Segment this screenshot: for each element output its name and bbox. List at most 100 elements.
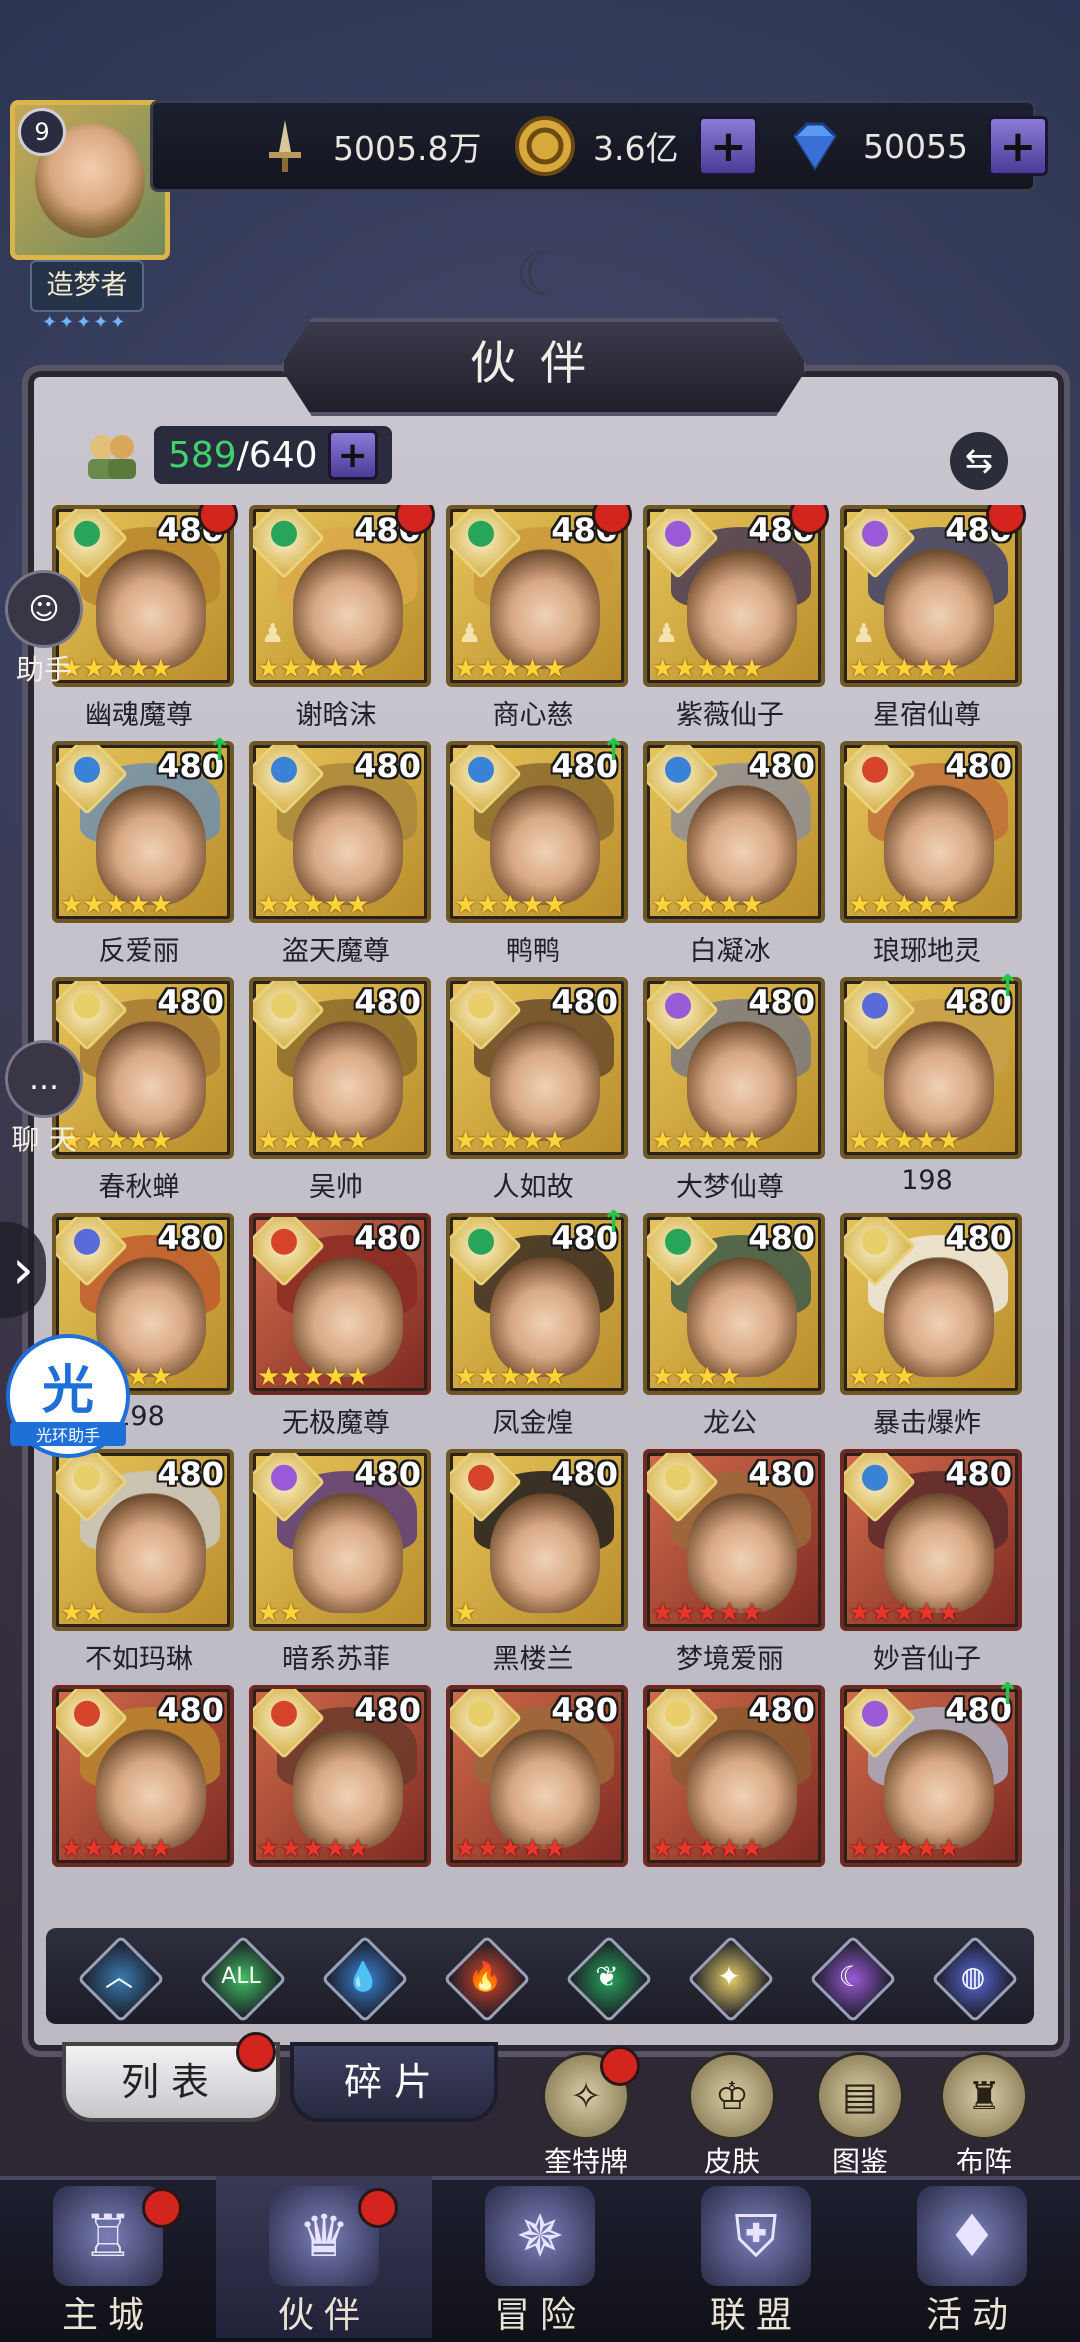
nav-hat[interactable]: ♛ 伙伴 (216, 2176, 432, 2338)
filter-all[interactable]: ALL (199, 1935, 287, 2023)
filter-earth[interactable]: ❦ (565, 1935, 653, 2023)
hero-level: 480 (354, 1219, 421, 1257)
filter-water[interactable]: 💧 (321, 1935, 409, 2023)
shield-icon: ⛨ (701, 2186, 811, 2286)
element-gem (468, 520, 494, 547)
hero-name: 龙公 (703, 1408, 757, 1435)
add-gold-button[interactable]: + (698, 116, 759, 176)
filter-fire[interactable]: 🔥 (443, 1935, 531, 2023)
moon-icon: ☾ (838, 1960, 864, 1993)
count-current: 589 (168, 434, 237, 476)
hero-name: 谢晗沫 (295, 700, 377, 727)
filter-dark[interactable]: ☾ (809, 1935, 897, 2023)
nav-castle[interactable]: ♖ 主城 (0, 2176, 216, 2338)
hero-card[interactable]: 480 ♟ ★★★★★ 谢晗沫 (249, 505, 435, 727)
hero-card[interactable]: 480 ★★★★★ 梦境爱丽 (643, 1449, 825, 1671)
hero-card[interactable]: 480 ★★★★★ ↑ 凤金煌 (446, 1205, 628, 1435)
element-gem (862, 520, 888, 547)
hero-stars: ★★★★★ (454, 654, 567, 684)
tool-label: 图鉴 (831, 2145, 888, 2178)
hero-card[interactable]: 480 ★ 黑楼兰 (446, 1449, 628, 1671)
hero-card[interactable]: 480 ★★★★★ 白凝冰 (643, 741, 825, 963)
nav-cards[interactable]: ♦ 活动 (864, 2176, 1080, 2338)
hero-card[interactable]: 480 ★★★★★ ↑ 反爱丽 (52, 733, 234, 963)
filter-astral[interactable]: ◍ (931, 1935, 1019, 2023)
halo-label: 光环助手 (10, 1422, 126, 1446)
hero-card[interactable]: 480 ★★★★★ 人如故 (446, 977, 628, 1199)
element-gem (74, 992, 100, 1019)
hero-card[interactable]: 480 ★★ 暗系苏菲 (249, 1449, 431, 1671)
tab-shards[interactable]: 碎片 (290, 2042, 498, 2122)
assistant-button[interactable]: ☺ 助手 (4, 570, 84, 688)
pawn-icon: ♟ (458, 619, 482, 649)
hero-name: 无极魔尊 (282, 1408, 390, 1435)
tool-codex[interactable]: ▤ 图鉴 (810, 2052, 910, 2180)
assistant-icon: ☺ (5, 570, 83, 648)
expand-capacity-button[interactable]: + (327, 430, 378, 480)
power-value: 5005.8万 (333, 129, 482, 168)
hero-card[interactable]: 480 ★★★ 暴击爆炸 (840, 1213, 1022, 1435)
hero-card[interactable]: 480 ★★★★★ 妙音仙子 (840, 1449, 1022, 1671)
hero-name: 人如故 (492, 1172, 574, 1199)
swap-sort-button[interactable]: ⇆ (950, 432, 1008, 490)
hero-face (490, 549, 600, 669)
hero-card[interactable]: 480 ★★★★★ 大梦仙尊 (643, 977, 825, 1199)
hero-portrait: 480 ★★ (249, 1449, 431, 1631)
hero-card[interactable]: 480 ★★★★★ ↑ (840, 1677, 1022, 1875)
hero-portrait: 480 ★★★★ (643, 1213, 825, 1395)
hero-stars: ★★★★★ (257, 1362, 370, 1392)
hero-face (884, 1021, 994, 1141)
hero-name: 商心慈 (492, 700, 574, 727)
add-diamond-button[interactable]: + (987, 116, 1048, 176)
hero-card[interactable]: 480 ★★★★★ 盗天魔尊 (249, 741, 431, 963)
count-max: /640 (236, 434, 318, 476)
nav-shield[interactable]: ⛨ 联盟 (648, 2176, 864, 2338)
hero-face (687, 1729, 797, 1849)
notification-dot (600, 2046, 640, 2086)
hero-card[interactable]: 480 ★★★★★ 吴帅 (249, 977, 431, 1199)
nav-compass[interactable]: ✵ 冒险 (432, 2176, 648, 2338)
hero-name: 幽魂魔尊 (85, 700, 193, 727)
hero-portrait: 480★★★★★ (643, 977, 825, 1159)
tool-outfit[interactable]: ♔ 皮肤 (682, 2052, 782, 2180)
element-gem (665, 992, 691, 1019)
hero-card[interactable]: 480 ★★★★★ ↑ 198 (840, 969, 1022, 1199)
hero-name: 反爱丽 (98, 936, 180, 963)
tool-card[interactable]: ✧ 奎特牌 (536, 2046, 640, 2180)
hero-card[interactable]: 480 ♟ ★★★★★ 紫薇仙子 (643, 505, 829, 727)
hero-card[interactable]: 480 ★★★★★ 无极魔尊 (249, 1213, 431, 1435)
hero-card[interactable]: 480 ♟ ★★★★★ 星宿仙尊 (840, 505, 1026, 727)
hero-stars: ★★★★ (651, 1362, 741, 1392)
hero-name: 梦境爱丽 (676, 1644, 784, 1671)
hero-stars: ★★★★★ (257, 890, 370, 920)
hero-face (293, 549, 403, 669)
hero-face (96, 1021, 206, 1141)
hero-card[interactable]: 480 ★★★★★ (446, 1685, 628, 1875)
hero-portrait: 480★★★★★ (840, 977, 1022, 1159)
chat-button[interactable]: … 聊 天 (4, 1040, 84, 1158)
hero-face (687, 1257, 797, 1377)
partner-grid: 480 ★★★★★ 幽魂魔尊 480 ♟ ★★★★★ 谢晗沫 480 ♟ ★★★★★ 商心慈 480 ♟… (52, 505, 1028, 1875)
filter-light[interactable]: ✦ (687, 1935, 775, 2023)
upgrade-arrow-icon: ↑ (600, 733, 626, 768)
hero-stars: ★★★ (848, 1362, 916, 1392)
hero-card[interactable]: 480 ★★★★ 龙公 (643, 1213, 825, 1435)
hero-card[interactable]: 480 ★★ 不如玛琳 (52, 1449, 234, 1671)
element-gem (271, 992, 297, 1019)
hero-card[interactable]: 480 ★★★★★ (249, 1685, 431, 1875)
tool-chess[interactable]: ♜ 布阵 (934, 2052, 1034, 2180)
hero-card[interactable]: 480 ★★★★★ (52, 1685, 234, 1875)
filter-all-elements[interactable]: ︿ (77, 1935, 165, 2023)
hero-name: 暗系苏菲 (282, 1644, 390, 1671)
hero-portrait: 480 ★ (446, 1449, 628, 1631)
hero-card[interactable]: 480 ★★★★★ (643, 1685, 825, 1875)
hero-card[interactable]: 480 ♟ ★★★★★ 商心慈 (446, 505, 632, 727)
hero-card[interactable]: 480 ★★★★★ 琅琊地灵 (840, 741, 1022, 963)
assistant-label: 助手 (15, 653, 72, 686)
hero-level: 480 (354, 1455, 421, 1493)
hero-face (96, 549, 206, 669)
hero-card[interactable]: 480 ★★★★★ ↑ 鸭鸭 (446, 733, 628, 963)
rank-stars: ✦✦✦✦✦ (42, 312, 128, 333)
halo-assistant-button[interactable]: 光 光环助手 (6, 1334, 130, 1458)
hero-portrait: 480 ♟ ★★★★★ (840, 505, 1022, 687)
